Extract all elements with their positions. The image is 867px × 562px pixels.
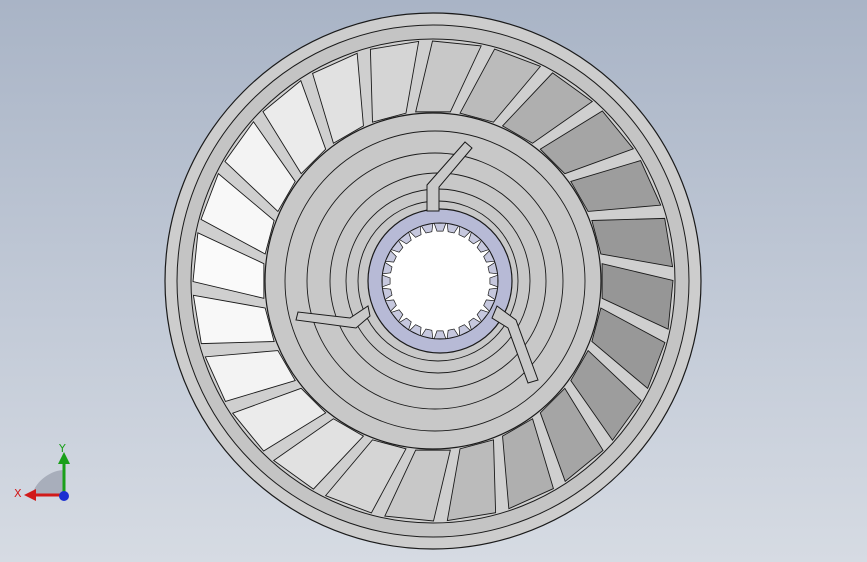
graphics-viewport[interactable]: Y X [0,0,867,562]
impeller-model[interactable] [164,12,702,550]
x-axis-label: X [14,487,22,500]
x-axis-arrow-icon [24,489,36,501]
triad-plane-shade [32,470,64,495]
axis-triad: Y X [14,442,70,501]
spline-bore [381,222,499,340]
y-axis-label: Y [58,442,66,455]
z-axis-dot [59,491,69,501]
